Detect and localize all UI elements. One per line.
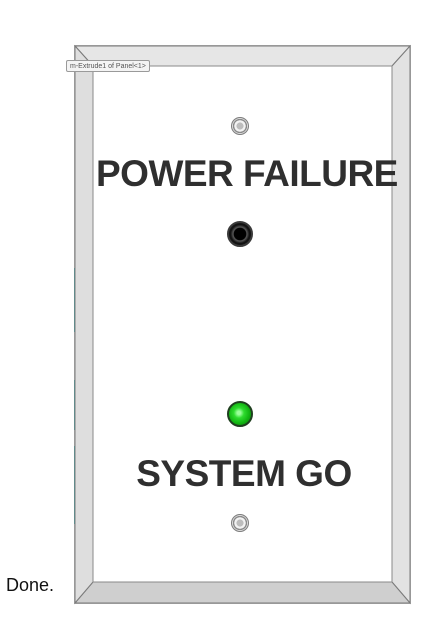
mounting-screw-bottom: [231, 514, 249, 532]
power-failure-label: POWER FAILURE: [96, 153, 398, 194]
wall-plate-model[interactable]: [0, 0, 444, 637]
plate-bevel-left: [74, 44, 94, 605]
mounting-screw-top: [231, 117, 249, 135]
system-go-label: SYSTEM GO: [136, 453, 352, 494]
plate-bevel-bottom: [73, 581, 412, 604]
plate-bevel-right: [391, 44, 411, 605]
status-message: Done.: [6, 575, 55, 595]
feature-tooltip: m-Extrude1 of Panel<1>: [66, 60, 150, 72]
power-failure-indicator-light[interactable]: [227, 221, 253, 247]
system-go-indicator-light[interactable]: [227, 401, 253, 427]
cad-viewport: m-Extrude1 of Panel<1> POWER FAILURE SYS…: [0, 0, 444, 637]
plate-face: [92, 65, 393, 583]
